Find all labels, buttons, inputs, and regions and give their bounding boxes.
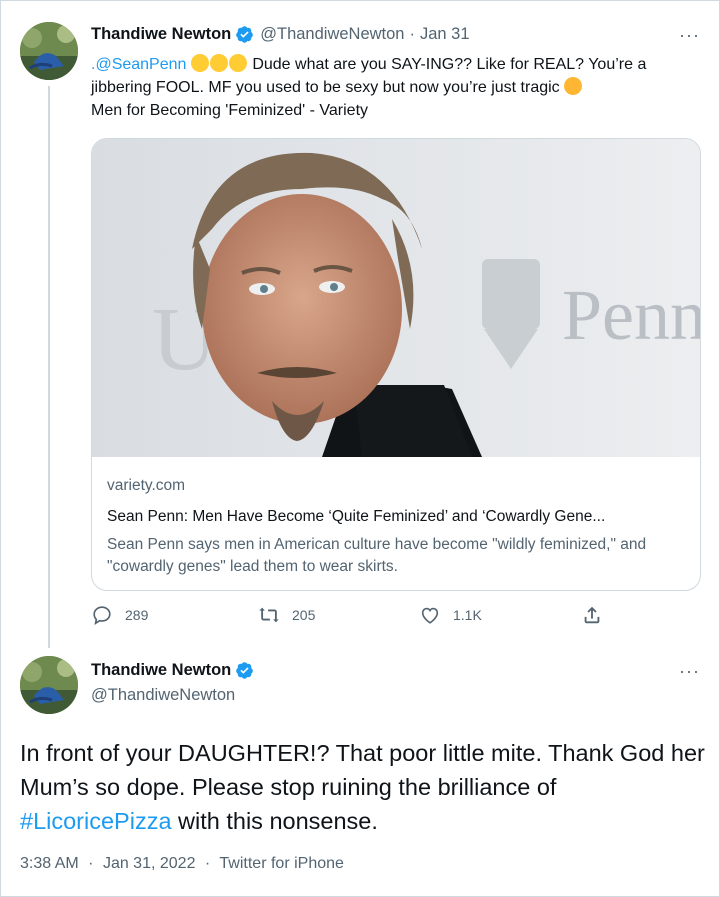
author-handle[interactable]: @ThandiweNewton bbox=[260, 25, 404, 44]
like-button[interactable]: 1.1K bbox=[419, 604, 482, 626]
retweet-button[interactable]: 205 bbox=[258, 604, 315, 626]
reply-icon bbox=[93, 606, 111, 625]
header-separator: · bbox=[409, 25, 416, 43]
verified-badge-icon bbox=[236, 662, 254, 679]
author-avatar[interactable] bbox=[20, 22, 78, 80]
tweet2-text-main: In front of your DAUGHTER!? That poor li… bbox=[20, 740, 705, 800]
tweet-date[interactable]: Jan 31 bbox=[420, 25, 470, 44]
tweet-source[interactable]: Twitter for iPhone bbox=[219, 855, 344, 872]
avatar-image bbox=[20, 656, 78, 714]
tweet2-footer: 3:38 AM · Jan 31, 2022 · Twitter for iPh… bbox=[20, 855, 344, 873]
reply-count: 289 bbox=[125, 607, 149, 623]
author-name-2[interactable]: Thandiwe Newton bbox=[91, 661, 231, 680]
tweet-time[interactable]: 3:38 AM bbox=[20, 855, 79, 872]
author-handle-2[interactable]: @ThandiweNewton bbox=[91, 686, 235, 705]
card-image: U Penn bbox=[92, 139, 700, 457]
retweet-count: 205 bbox=[292, 607, 316, 623]
author-name[interactable]: Thandiwe Newton bbox=[91, 25, 231, 44]
like-count: 1.1K bbox=[453, 607, 482, 623]
mention-link[interactable]: .@SeanPenn bbox=[91, 56, 186, 73]
author-avatar-2[interactable] bbox=[20, 656, 78, 714]
steam-emoji-icon bbox=[564, 77, 583, 95]
tweet-text-headline: Men for Becoming 'Feminized' - Variety bbox=[91, 102, 369, 119]
tweet-full-date[interactable]: Jan 31, 2022 bbox=[103, 855, 196, 872]
tweet-text: .@SeanPenn Dude what are you SAY-ING?? L… bbox=[91, 53, 691, 122]
card-image-text: Penn bbox=[562, 275, 700, 355]
tweet-actions: 289 205 1.1K bbox=[91, 604, 611, 632]
card-domain: variety.com bbox=[107, 477, 186, 494]
tweet2-name-row: Thandiwe Newton bbox=[91, 661, 260, 680]
reply-button[interactable]: 289 bbox=[91, 604, 148, 626]
tweet2-text-end: with this nonsense. bbox=[171, 808, 378, 834]
tweet2-text: In front of your DAUGHTER!? That poor li… bbox=[20, 736, 710, 838]
more-options-icon-2[interactable]: ··· bbox=[679, 662, 700, 680]
card-title: Sean Penn: Men Have Become ‘Quite Femini… bbox=[107, 508, 606, 525]
footer-separator-2: · bbox=[204, 855, 211, 872]
verified-badge-icon bbox=[236, 26, 254, 43]
avatar-image bbox=[20, 22, 78, 80]
link-preview-card[interactable]: U Penn variety.com Sean Penn: Men Have B… bbox=[91, 138, 701, 591]
tweet2-handle-row: @ThandiweNewton bbox=[91, 686, 235, 705]
retweet-icon bbox=[259, 607, 279, 623]
footer-separator: · bbox=[88, 855, 94, 872]
hashtag-link[interactable]: #LicoricePizza bbox=[20, 808, 172, 834]
card-meta: variety.com Sean Penn: Men Have Become ‘… bbox=[107, 475, 687, 578]
thread-connector-line bbox=[48, 86, 50, 648]
card-photo: U Penn bbox=[92, 139, 700, 457]
share-icon bbox=[584, 606, 600, 624]
laugh-emoji-icon bbox=[190, 54, 252, 73]
share-button[interactable] bbox=[581, 604, 615, 626]
card-description: Sean Penn says men in American culture h… bbox=[107, 536, 647, 575]
heart-icon bbox=[421, 607, 439, 624]
more-options-icon[interactable]: ··· bbox=[679, 26, 700, 44]
tweet-header: Thandiwe Newton @ThandiweNewton · Jan 31 bbox=[91, 25, 470, 44]
